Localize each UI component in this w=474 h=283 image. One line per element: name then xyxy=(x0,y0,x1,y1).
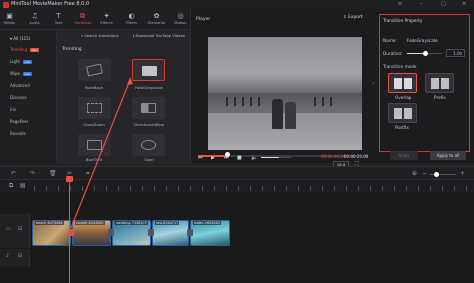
tutorial-arrow-head xyxy=(127,77,133,85)
tutorial-arrow-line xyxy=(70,79,131,229)
app-window: MiniTool MovieMaker Free 8.0.0 ≡ – □ ✕ ▣… xyxy=(0,0,474,283)
tutorial-arrow-overlay xyxy=(70,77,133,229)
